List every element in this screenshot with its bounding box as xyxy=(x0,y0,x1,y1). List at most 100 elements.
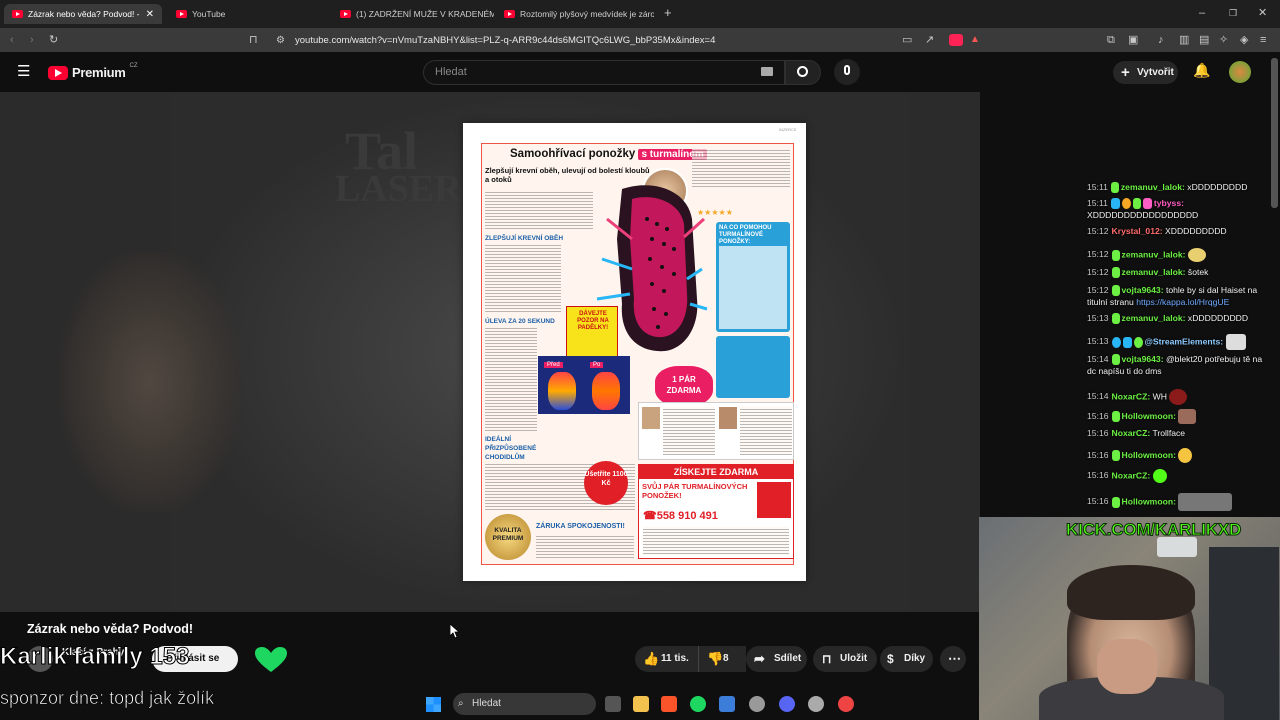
tab-label: (1) ZADRŽENÍ MUŽE V KRADENÉM A xyxy=(356,9,494,19)
sidebar-icon[interactable]: ▥ xyxy=(1179,34,1189,46)
chat-message: 15:12 Krystal_012: XDDDDDDDDD xyxy=(1087,226,1227,236)
browser-tab-medvidek[interactable]: Roztomilý plyšový medvídek je zárov xyxy=(496,4,654,24)
back-icon[interactable]: ‹ xyxy=(10,34,14,46)
discord-icon[interactable] xyxy=(779,696,795,712)
quality-seal: KVALITA PREMIUM xyxy=(485,514,531,560)
features-box xyxy=(716,336,790,398)
sponsor-text: sponzor dne: topd jak žolík xyxy=(0,688,215,709)
badge-icon xyxy=(1111,354,1120,366)
badge-icon xyxy=(1121,198,1131,210)
brave-rewards-icon[interactable]: ▲ xyxy=(970,34,980,45)
browser-tab-zadrzeni[interactable]: (1) ZADRŽENÍ MUŽE V KRADENÉM A xyxy=(332,4,494,24)
url-field[interactable]: ⚙ youtube.com/watch?v=nVmuTzaNBHY&list=P… xyxy=(268,32,998,49)
order-subtitle: SVŮJ PÁR TURMALÍNOVÝCH PONOŽEK! xyxy=(642,482,748,500)
youtube-logo-icon xyxy=(48,65,68,80)
hamburger-menu-icon[interactable]: ☰ xyxy=(17,64,30,79)
stream-overlay-name: Karlik family 153 xyxy=(0,643,190,671)
notifications-bell-icon[interactable]: 🔔 xyxy=(1193,62,1210,79)
site-info-icon[interactable]: ⚙ xyxy=(276,35,285,47)
menu-icon[interactable]: ≡ xyxy=(1260,34,1266,46)
obs-icon[interactable] xyxy=(838,696,854,712)
search-input[interactable]: Hledat xyxy=(423,60,785,85)
tab-label: YouTube xyxy=(192,9,226,19)
chat-message: 15:14 vojta9643: @blekt20 potřebuju tě na… xyxy=(1087,354,1263,376)
forward-icon[interactable]: › xyxy=(30,34,34,46)
minimize-icon[interactable]: – xyxy=(1199,7,1205,19)
wallet-icon[interactable]: ▣ xyxy=(1128,34,1138,46)
browser-tab-youtube[interactable]: YouTube xyxy=(168,4,328,24)
downloads-icon[interactable]: ▤ xyxy=(1199,34,1209,46)
ai-icon[interactable]: ✧ xyxy=(1219,34,1228,46)
close-window-icon[interactable]: ✕ xyxy=(1258,7,1267,19)
chat-message: 15:12 vojta9643: tohle by si dal Haiset n… xyxy=(1087,285,1258,307)
brave-shield-icon[interactable] xyxy=(949,34,963,46)
windows-start-icon[interactable] xyxy=(426,697,441,712)
foot-thermal-before xyxy=(548,372,576,410)
chat-message: 15:16 Hollowmoon: xyxy=(1087,493,1272,511)
spotify-icon[interactable] xyxy=(690,696,706,712)
tab-label: Zázrak nebo věda? Podvod! - xyxy=(28,9,140,19)
file-explorer-icon[interactable] xyxy=(633,696,649,712)
badge-icon xyxy=(1111,496,1120,508)
app-icon[interactable] xyxy=(749,696,765,712)
youtube-favicon-icon xyxy=(340,10,351,18)
create-button[interactable]: + Vytvořit xyxy=(1113,61,1178,84)
thumbs-down-icon: 👎 xyxy=(707,651,724,666)
streamer-hand xyxy=(1097,639,1157,694)
chat-message: 15:16 NoxarCZ: xyxy=(1087,469,1272,483)
save-button[interactable]: ⊓ Uložit xyxy=(813,646,877,672)
badge-icon xyxy=(1133,336,1143,348)
emote-image xyxy=(1178,409,1197,424)
avatar[interactable] xyxy=(1229,61,1251,83)
video-title: Zázrak nebo věda? Podvod! xyxy=(27,622,194,636)
keyboard-icon[interactable] xyxy=(761,67,773,76)
youtube-logo[interactable]: Premium CZ xyxy=(48,63,138,80)
chat-message: 15:12 zemanuv_lalok: šotek xyxy=(1087,267,1209,279)
screen-icon[interactable]: ▭ xyxy=(902,34,912,46)
benefits-box: NA CO POMOHOU TURMALÍNOVÉ PONOŽKY: xyxy=(716,222,790,332)
brave-browser-icon[interactable] xyxy=(661,696,677,712)
testimonial-photo xyxy=(642,407,660,429)
badge-icon xyxy=(1132,198,1141,210)
browser-tab-active[interactable]: Zázrak nebo věda? Podvod! - ✕ xyxy=(4,4,162,24)
before-after-image: Před Po xyxy=(538,356,630,414)
task-view-icon[interactable] xyxy=(605,696,621,712)
ad-content: Samoohřívací ponožky s turmalínem Zlepšu… xyxy=(481,143,794,565)
search-button[interactable] xyxy=(785,60,821,85)
benefits-list xyxy=(719,246,787,329)
vpn-icon[interactable]: ◈ xyxy=(1240,34,1248,46)
new-tab-button[interactable]: + xyxy=(664,6,672,19)
search-icon: ⌕ xyxy=(458,698,464,709)
chat-message: 15:11 tybyss: XDDDDDDDDDDDDDDDDD xyxy=(1087,198,1199,220)
share-button[interactable]: ➦ Sdílet xyxy=(746,646,807,672)
voice-search-button[interactable] xyxy=(834,59,860,85)
music-icon[interactable]: ♪ xyxy=(1158,34,1164,46)
close-tab-icon[interactable]: ✕ xyxy=(146,9,154,20)
app-icon[interactable] xyxy=(719,696,735,712)
chat-message: 15:14 NoxarCZ: WH xyxy=(1087,389,1272,405)
youtube-favicon-icon xyxy=(176,10,187,18)
reload-icon[interactable]: ↻ xyxy=(49,34,58,46)
like-count: 11 tis. xyxy=(661,653,689,664)
chat-link[interactable]: https://kappa.lol/HrqgUE xyxy=(1136,297,1229,307)
thanks-button[interactable]: $ Díky xyxy=(880,646,933,672)
chat-message: 15:16 Hollowmoon: xyxy=(1087,448,1272,463)
chat-message: 15:16 Hollowmoon: xyxy=(1087,409,1272,424)
share-page-icon[interactable]: ↗ xyxy=(925,34,934,46)
emote-image xyxy=(1187,248,1206,262)
app-icon[interactable] xyxy=(808,696,824,712)
taskbar-search[interactable]: ⌕ Hledat xyxy=(453,693,596,715)
testimonials xyxy=(638,402,794,460)
after-label: Po xyxy=(590,362,604,368)
bookmark-icon[interactable]: ⊓ xyxy=(249,34,258,46)
free-pair-badge: 1 PÁR ZDARMA xyxy=(655,366,713,406)
maximize-icon[interactable]: ❐ xyxy=(1229,7,1237,19)
dislike-count: 8 xyxy=(723,653,729,664)
guarantee-title: ZÁRUKA SPOKOJENOSTI! xyxy=(536,523,625,530)
youtube-favicon-icon xyxy=(504,10,515,18)
more-actions-button[interactable]: ⋯ xyxy=(940,646,966,672)
badge-icon xyxy=(1111,313,1120,325)
extensions-icon[interactable]: ⧉ xyxy=(1107,34,1115,46)
badge-icon xyxy=(1110,182,1119,194)
dislike-button[interactable]: 👎 8 xyxy=(698,646,741,672)
